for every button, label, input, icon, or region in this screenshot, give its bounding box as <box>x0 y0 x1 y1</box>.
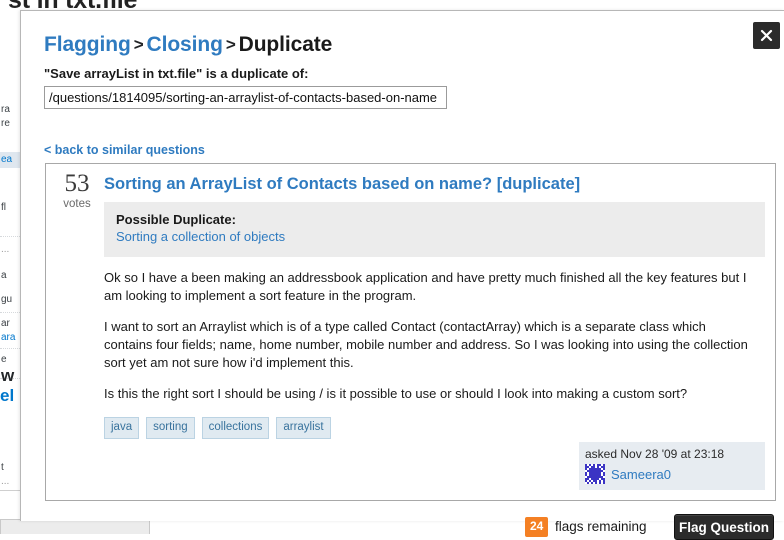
tag-sorting[interactable]: sorting <box>146 417 195 439</box>
background-bottom-bar <box>0 519 150 534</box>
question-paragraph: Ok so I have a been making an addressboo… <box>104 270 747 303</box>
author-card: asked Nov 28 '09 at 23:18 Sameera0 <box>579 442 765 490</box>
duplicate-statement: "Save arrayList in txt.file" is a duplic… <box>44 66 309 81</box>
author-name-link[interactable]: Sameera0 <box>611 467 671 482</box>
duplicate-url-input[interactable] <box>44 86 447 109</box>
flag-duplicate-dialog: Flagging > Closing > Duplicate "Save arrayLi… <box>20 10 784 540</box>
tag-collections[interactable]: collections <box>201 417 270 439</box>
close-icon[interactable] <box>753 22 780 49</box>
vote-block: 53 votes <box>53 171 101 211</box>
background-link-fragment[interactable]: el <box>0 386 14 406</box>
vote-count: 53 <box>64 170 90 197</box>
question-paragraph: I want to sort an Arraylist which is of … <box>104 319 748 370</box>
background-footer-divider <box>0 490 22 491</box>
flag-question-button[interactable]: Flag Question <box>674 514 774 540</box>
back-to-similar-questions-link[interactable]: < back to similar questions <box>44 143 205 157</box>
asked-timestamp: asked Nov 28 '09 at 23:18 <box>585 447 725 461</box>
breadcrumb-separator: > <box>133 35 144 54</box>
question-title-link[interactable]: Sorting an ArrayList of Contacts based o… <box>104 174 765 194</box>
tag-arraylist[interactable]: arraylist <box>276 417 331 439</box>
breadcrumb-item-flagging[interactable]: Flagging <box>44 33 131 56</box>
background-divider <box>0 312 22 313</box>
breadcrumb-item-duplicate: Duplicate <box>238 33 333 56</box>
background-left-column: ra re ea fl ... a gu ar ara e <box>0 22 22 490</box>
background-divider <box>0 348 22 349</box>
tag-list: java sorting collections arraylist <box>104 417 331 439</box>
breadcrumb-separator: > <box>225 35 236 54</box>
breadcrumb: Flagging > Closing > Duplicate <box>44 33 332 57</box>
vote-label: votes <box>63 198 91 210</box>
background-heading-fragment: w <box>1 366 15 385</box>
breadcrumb-item-closing[interactable]: Closing <box>147 33 223 56</box>
possible-duplicate-heading: Possible Duplicate: <box>116 212 236 227</box>
question-paragraph: Is this the right sort I should be using… <box>104 386 688 401</box>
question-card: 53 votes Sorting an ArrayList of Contact… <box>45 163 776 501</box>
flags-remaining-badge: 24 <box>525 517 549 537</box>
author-row: Sameera0 <box>585 464 759 484</box>
possible-duplicate-notice: Possible Duplicate: Sorting a collection… <box>104 202 765 257</box>
background-divider <box>0 236 22 237</box>
possible-duplicate-link[interactable]: Sorting a collection of objects <box>116 228 753 246</box>
flags-remaining-label: flags remaining <box>555 519 647 534</box>
identicon-avatar[interactable] <box>585 464 605 484</box>
question-body: Ok so I have a been making an addressboo… <box>104 269 757 416</box>
tag-java[interactable]: java <box>104 417 140 439</box>
